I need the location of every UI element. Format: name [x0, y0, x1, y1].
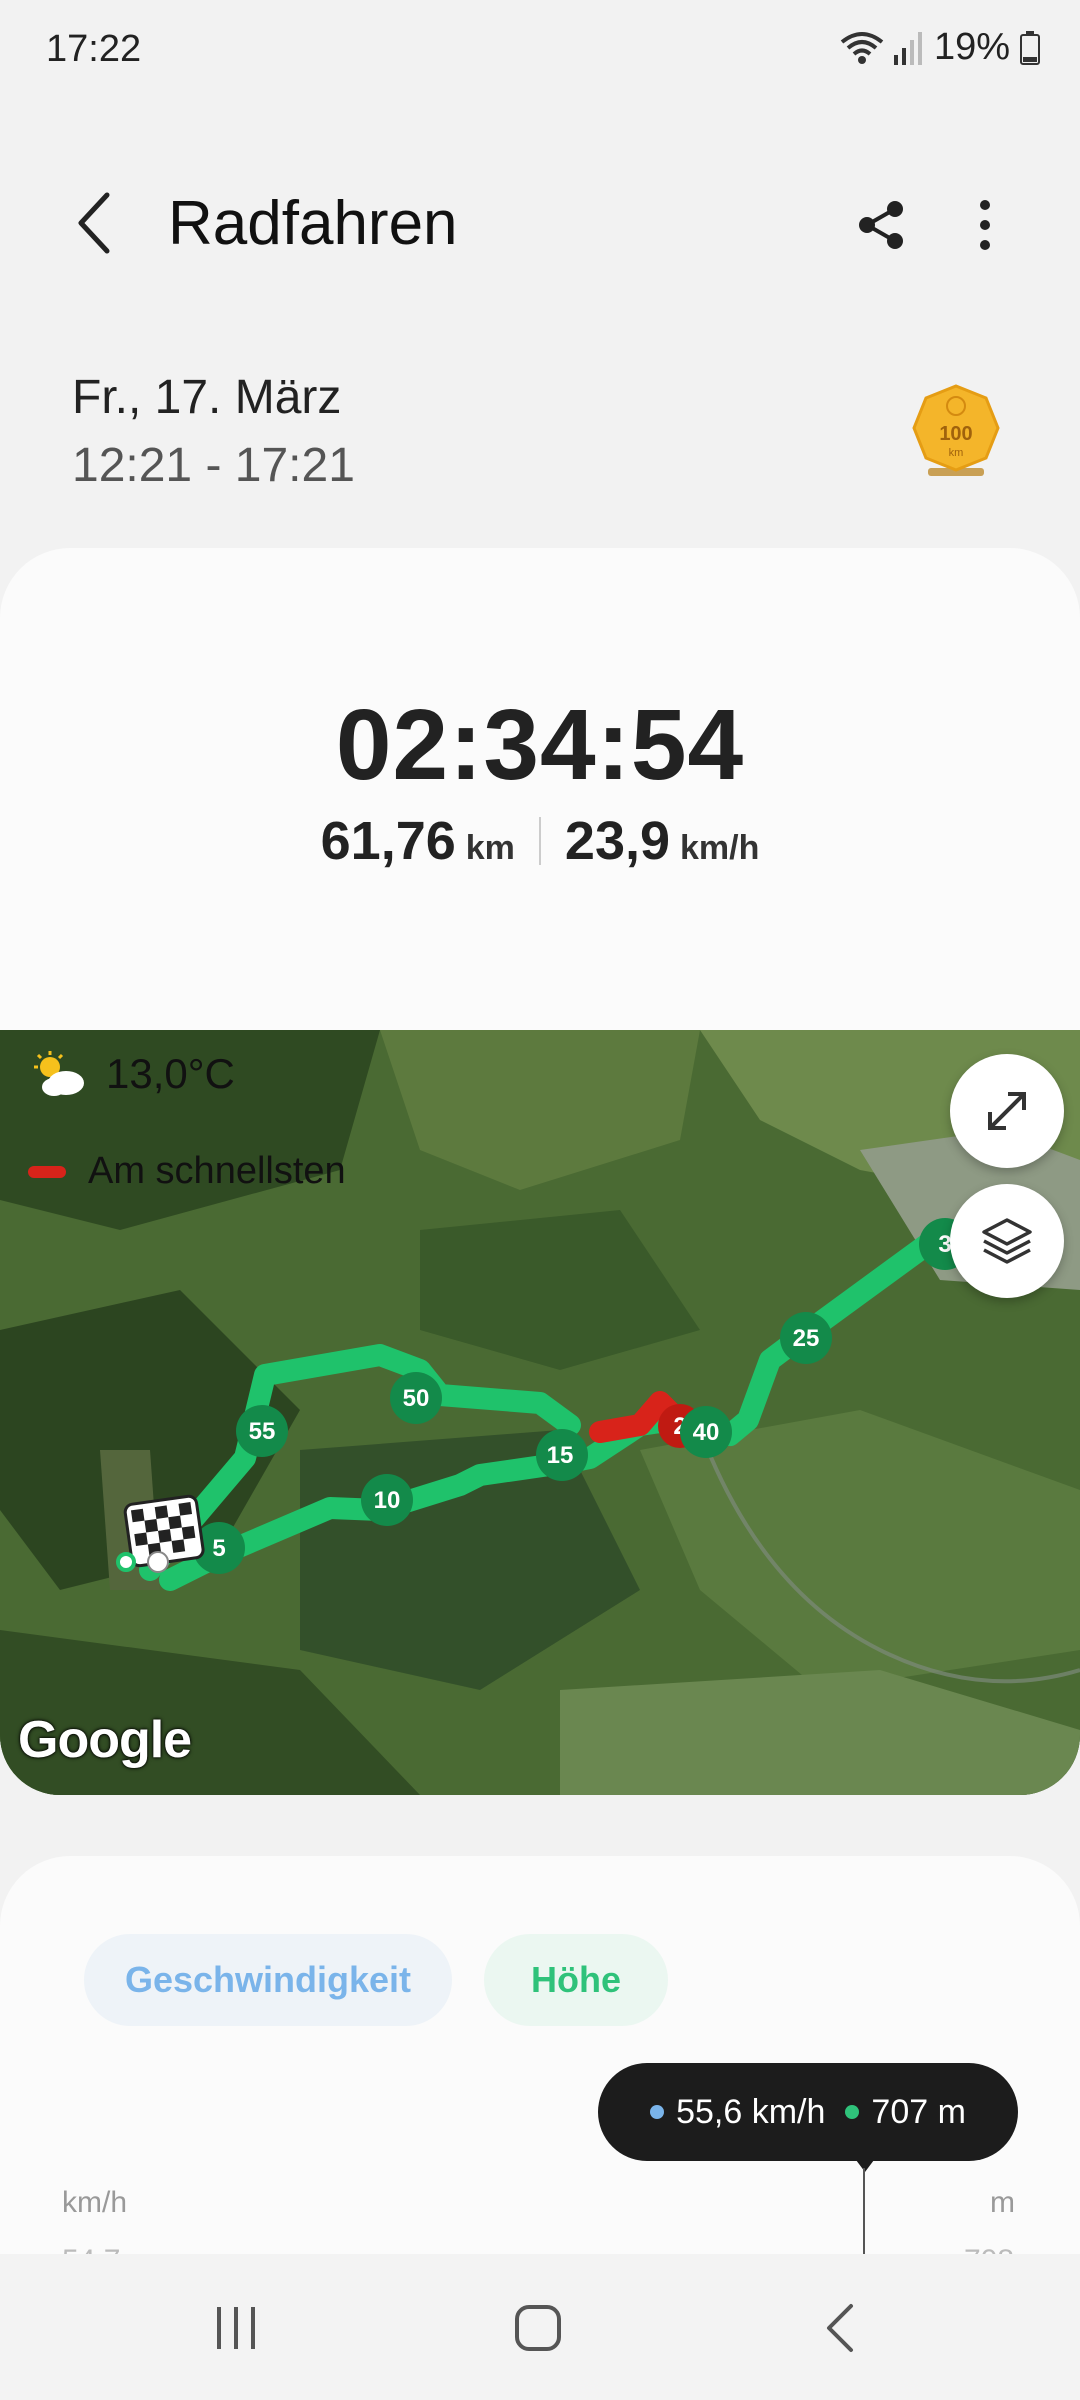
partly-cloudy-icon	[34, 1051, 84, 1096]
speed-stat: 23,9 km/h	[541, 810, 783, 872]
layers-icon	[982, 1218, 1032, 1264]
km-marker-10: 10	[374, 1487, 401, 1514]
share-icon	[859, 201, 903, 249]
signal-icon	[893, 31, 922, 65]
km-marker-5: 5	[212, 1535, 225, 1562]
workout-duration: 02:34:54	[335, 689, 745, 801]
recents-button[interactable]	[186, 2288, 286, 2368]
right-axis-unit: m	[990, 2186, 1015, 2219]
expand-map-button[interactable]	[950, 1054, 1064, 1168]
tab-speed[interactable]: Geschwindigkeit	[84, 1934, 452, 2026]
wifi-icon	[840, 31, 884, 64]
fastest-swatch	[28, 1165, 66, 1178]
distance-stat: 61,76 km	[297, 810, 539, 872]
tooltip-pointer	[853, 2156, 877, 2172]
tooltip-speed: 55,6 km/h	[650, 2093, 825, 2132]
session-time-range: 12:21 - 17:21	[72, 439, 355, 492]
speed-value: 23,9	[564, 811, 671, 871]
satellite-background: 5 10 15 2 25 3 40 50 55	[0, 1030, 1080, 1795]
home-button[interactable]	[488, 2288, 588, 2368]
left-axis-unit: km/h	[62, 2186, 128, 2219]
km-marker-15: 15	[547, 1442, 574, 1469]
page-title: Radfahren	[168, 189, 458, 258]
speed-dot	[650, 2105, 665, 2119]
fastest-label: Am schnellsten	[88, 1150, 346, 1192]
route-map[interactable]: 5 10 15 2 25 3 40 50 55 13,0°C Am schnel…	[0, 1030, 1080, 1795]
app-header: Radfahren	[0, 170, 1080, 280]
km-marker-50: 50	[403, 1385, 430, 1412]
system-back-icon	[827, 2304, 853, 2352]
weather-info: 13,0°C	[32, 1050, 235, 1098]
achievement-badge[interactable]: 100 km	[908, 384, 1004, 484]
home-icon	[515, 2305, 561, 2351]
more-vertical-icon	[980, 200, 990, 250]
battery-percent: 19%	[933, 26, 1010, 68]
share-button[interactable]	[846, 190, 916, 260]
more-options-button[interactable]	[950, 190, 1020, 260]
expand-icon	[988, 1092, 1026, 1130]
session-date: Fr., 17. März	[72, 371, 342, 424]
temperature: 13,0°C	[106, 1050, 235, 1097]
google-attribution: Google	[18, 1711, 192, 1769]
status-time: 17:22	[46, 28, 142, 70]
status-icons: 19%	[840, 26, 1040, 69]
elevation-dot	[845, 2105, 860, 2119]
km-marker-25: 25	[793, 1325, 820, 1352]
badge-unit: km	[949, 447, 964, 459]
speed-unit: km/h	[680, 829, 760, 867]
system-nav-bar	[0, 2254, 1080, 2400]
badge-value: 100	[939, 423, 972, 445]
summary-card: 02:34:54 61,76 km 23,9 km/h	[0, 548, 1080, 1108]
tooltip-elevation: 707 m	[845, 2093, 966, 2132]
battery-icon	[1020, 30, 1040, 65]
km-marker-55: 55	[249, 1418, 276, 1445]
system-back-button[interactable]	[790, 2288, 890, 2368]
tooltip-speed-value: 55,6 km/h	[676, 2092, 826, 2131]
stats-row: 61,76 km 23,9 km/h	[0, 810, 1080, 872]
tooltip-elevation-value: 707 m	[871, 2092, 966, 2131]
status-bar: 17:22 19%	[0, 0, 1080, 100]
distance-unit: km	[465, 829, 515, 867]
tab-elevation[interactable]: Höhe	[484, 1934, 668, 2026]
map-layers-button[interactable]	[950, 1184, 1064, 1298]
recents-icon	[217, 2307, 255, 2349]
km-marker-40: 40	[693, 1419, 720, 1446]
chart-tooltip: 55,6 km/h 707 m	[598, 2063, 1018, 2161]
medal-icon: 100 km	[912, 384, 1000, 476]
distance-value: 61,76	[320, 811, 456, 871]
fastest-legend: Am schnellsten	[28, 1150, 346, 1193]
chevron-left-icon	[78, 192, 110, 254]
back-button[interactable]	[60, 188, 130, 258]
